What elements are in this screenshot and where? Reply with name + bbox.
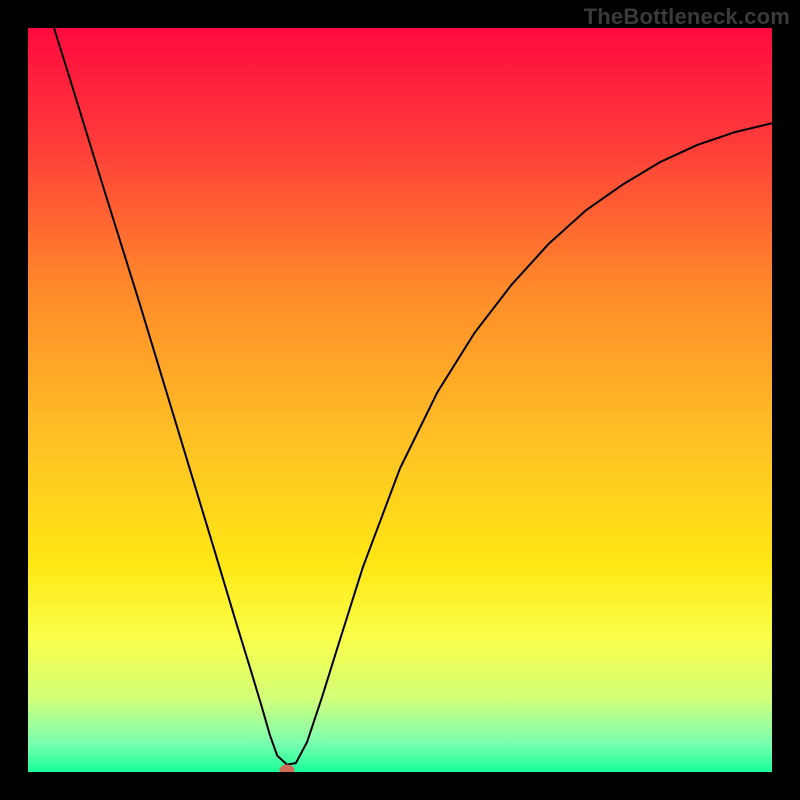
plot-svg — [28, 28, 772, 772]
gradient-background — [28, 28, 772, 772]
chart-frame: TheBottleneck.com — [0, 0, 800, 800]
watermark-text: TheBottleneck.com — [584, 4, 790, 30]
plot-area — [28, 28, 772, 772]
